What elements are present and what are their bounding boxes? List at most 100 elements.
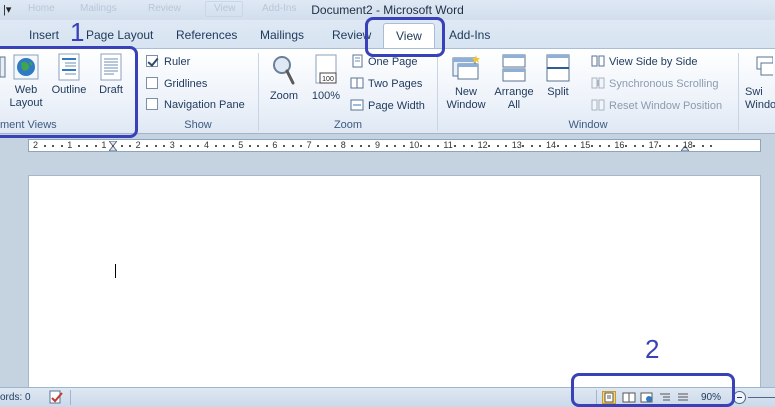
zoom-label: Zoom [269, 90, 299, 102]
view-side-by-side-button[interactable]: View Side by Side [591, 54, 697, 68]
sync-scroll-icon [591, 77, 605, 89]
group-separator [738, 53, 739, 131]
synchronous-scrolling-button[interactable]: Synchronous Scrolling [591, 76, 718, 90]
tab-page-layout[interactable]: Page Layout [86, 28, 153, 42]
tab-references[interactable]: References [176, 28, 237, 42]
group-label-window: Window [568, 119, 608, 131]
proofing-icon[interactable] [48, 390, 64, 405]
new-window-icon [452, 55, 480, 80]
ruler-tick [556, 145, 559, 147]
zoom-100-button[interactable]: 100 100% [308, 53, 344, 103]
ruler-tick [163, 145, 166, 147]
ruler-tick [291, 145, 294, 147]
arrange-all-icon [502, 54, 526, 82]
two-pages-label: Two Pages [368, 78, 423, 90]
ruler-number: 16 [614, 140, 625, 150]
reset-window-position-button[interactable]: Reset Window Position [591, 98, 722, 112]
ruler-number: 2 [135, 140, 141, 150]
ruler-number: 10 [409, 140, 420, 150]
ruler-tick [351, 145, 354, 147]
ruler-tick [436, 145, 439, 147]
ruler-tick [334, 145, 337, 147]
ruler-number: 9 [375, 140, 381, 150]
window-title: Document2 - Microsoft Word [311, 3, 464, 17]
ruler-tick [642, 145, 645, 147]
tab-insert[interactable]: Insert [29, 28, 59, 42]
annotation-box-document-views [0, 46, 138, 138]
reset-window-icon [591, 99, 605, 111]
new-window-label: New Window [446, 86, 486, 111]
gridlines-checkbox-box[interactable] [146, 77, 158, 89]
ruler-number: 7 [306, 140, 312, 150]
ruler-tick [77, 145, 80, 147]
zoom-100-icon-text: 100 [322, 76, 334, 83]
ruler-tick [453, 145, 456, 147]
ruler-bar: 2 1 1 2 3 4 5 6 7 8 9 10 11 12 13 14 15 16 17 18 [0, 135, 775, 155]
arrange-all-button[interactable]: Arrange All [492, 53, 536, 112]
side-by-side-icon [591, 55, 605, 67]
ruler-number: 13 [511, 140, 522, 150]
ruler-tick [633, 145, 636, 147]
tab-add-ins[interactable]: Add-Ins [449, 28, 490, 42]
navigation-pane-label: Navigation Pane [164, 99, 245, 111]
switch-windows-label: Swi Windo [745, 86, 775, 111]
ruler-number: 18 [682, 140, 693, 150]
tab-mailings[interactable]: Mailings [260, 28, 304, 42]
ruler-tick [402, 145, 405, 147]
one-page-label: One Page [368, 56, 418, 68]
annotation-box-view-tab [365, 17, 445, 57]
magnifier-icon [273, 56, 295, 85]
zoom-slider[interactable] [748, 397, 775, 398]
ruler-tick [60, 145, 63, 147]
ruler-tick [265, 145, 268, 147]
ruler-tick [325, 145, 328, 147]
ruler-number: 2 [33, 140, 39, 150]
ruler-tick [223, 145, 226, 147]
new-window-button[interactable]: New Window [442, 53, 490, 112]
ruler-checkbox[interactable]: Ruler [146, 55, 190, 68]
ruler-tick [565, 145, 568, 147]
group-label-zoom: Zoom [333, 119, 363, 131]
reset-window-position-label: Reset Window Position [609, 100, 723, 112]
navigation-pane-checkbox[interactable]: Navigation Pane [146, 98, 245, 111]
ruler-tick [180, 145, 183, 147]
two-pages-button[interactable]: Two Pages [350, 76, 422, 90]
ruler-tick [317, 145, 320, 147]
ruler-tick [359, 145, 362, 147]
ruler-tick [231, 145, 234, 147]
group-label-show: Show [184, 119, 212, 131]
page-width-label: Page Width [368, 100, 425, 112]
split-icon [546, 54, 570, 82]
ruler-tick [257, 145, 260, 147]
annotation-box-status-views [571, 373, 735, 407]
ruler-tick [120, 145, 123, 147]
ruler-checkbox-box[interactable] [146, 55, 158, 67]
ruler-tick [248, 145, 251, 147]
ruler-tick [701, 145, 704, 147]
ruler-number: 6 [272, 140, 278, 150]
ruler-tick [676, 145, 679, 147]
ruler-tick [368, 145, 371, 147]
gridlines-label: Gridlines [164, 78, 208, 90]
navigation-pane-checkbox-box[interactable] [146, 98, 158, 110]
view-side-by-side-label: View Side by Side [609, 56, 698, 68]
ruler-tick [693, 145, 696, 147]
horizontal-ruler[interactable]: 2 1 1 2 3 4 5 6 7 8 9 10 11 12 13 14 15 16 17 18 [28, 139, 761, 152]
ruler-tick [52, 145, 55, 147]
ruler-tick [590, 145, 593, 147]
ruler-number: 17 [648, 140, 659, 150]
ruler-tick [624, 145, 627, 147]
switch-windows-button[interactable]: Swi Windo [743, 53, 775, 112]
ruler-tick [94, 145, 97, 147]
ruler-tick [496, 145, 499, 147]
ruler-tick [385, 145, 388, 147]
page-width-button[interactable]: Page Width [350, 98, 425, 112]
split-button[interactable]: Split [540, 53, 576, 99]
word-count[interactable]: ords: 0 [0, 392, 31, 403]
ruler-tick [462, 145, 465, 147]
ruler-number: 4 [204, 140, 210, 150]
ruler-tick [573, 145, 576, 147]
zoom-button[interactable]: Zoom [266, 53, 302, 103]
gridlines-checkbox[interactable]: Gridlines [146, 77, 207, 90]
status-separator [70, 390, 71, 405]
